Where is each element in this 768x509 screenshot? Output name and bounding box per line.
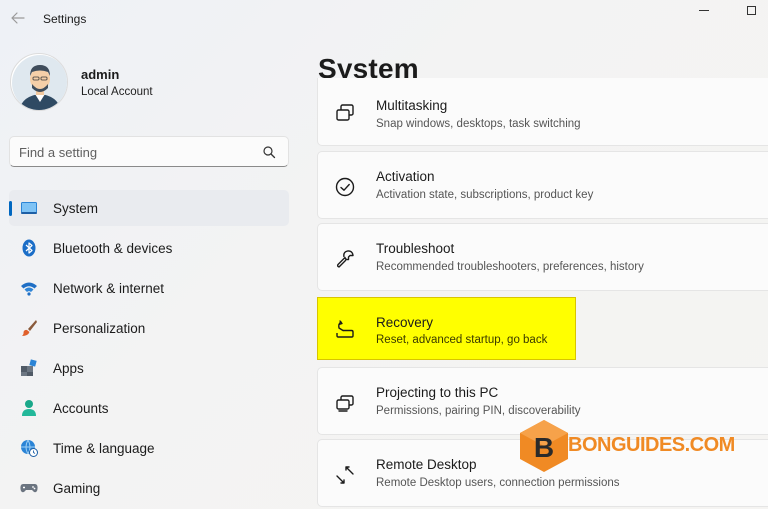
sidebar-item-personalization[interactable]: Personalization: [9, 310, 289, 346]
card-title: Remote Desktop: [376, 457, 477, 472]
wifi-icon: [21, 282, 37, 296]
maximize-button[interactable]: [729, 0, 768, 20]
bonguides-logo-icon: B: [520, 420, 568, 472]
wrench-icon: [336, 250, 354, 268]
sidebar-item-network[interactable]: Network & internet: [9, 270, 289, 306]
minimize-button[interactable]: [682, 0, 726, 20]
sidebar-item-label: Personalization: [53, 321, 146, 336]
apps-icon: [21, 359, 37, 376]
activation-card[interactable]: Activation Activation state, subscriptio…: [317, 151, 768, 219]
card-subtitle: Remote Desktop users, connection permiss…: [376, 477, 620, 489]
remote-desktop-icon: [336, 466, 354, 484]
selection-indicator: [9, 201, 12, 216]
sidebar-item-label: Network & internet: [53, 281, 165, 296]
title-bar: Settings: [0, 0, 768, 36]
globe-clock-icon: [21, 439, 38, 457]
sidebar-item-system[interactable]: System: [9, 190, 289, 226]
card-subtitle: Activation state, subscriptions, product…: [376, 189, 594, 201]
card-title: Recovery: [376, 315, 434, 330]
multitasking-card[interactable]: Multitasking Snap windows, desktops, tas…: [317, 78, 768, 146]
app-title: Settings: [43, 12, 87, 26]
card-title: Activation: [376, 169, 435, 184]
sidebar-item-label: Accounts: [53, 401, 109, 416]
recovery-icon: [336, 320, 354, 338]
sidebar-item-label: System: [53, 201, 99, 216]
card-title: Projecting to this PC: [376, 385, 499, 400]
sidebar-item-label: Bluetooth & devices: [53, 241, 173, 256]
card-title: Troubleshoot: [376, 241, 455, 256]
card-subtitle: Recommended troubleshooters, preferences…: [376, 261, 644, 273]
account-type: Local Account: [81, 86, 153, 98]
system-display-icon: [21, 202, 37, 214]
multitasking-icon: [336, 104, 354, 121]
projecting-icon: [336, 395, 354, 412]
maximize-icon: [746, 5, 756, 15]
bluetooth-icon: [22, 239, 36, 257]
minimize-icon: [699, 9, 709, 11]
settings-window: Settings admin Local Account Find a sett…: [0, 0, 768, 509]
sidebar-item-label: Time & language: [53, 441, 155, 456]
search-input[interactable]: [19, 143, 249, 161]
avatar[interactable]: [10, 53, 68, 111]
troubleshoot-card[interactable]: Troubleshoot Recommended troubleshooters…: [317, 223, 768, 291]
card-subtitle: Snap windows, desktops, task switching: [376, 118, 581, 130]
search-box[interactable]: [9, 136, 289, 167]
sidebar-item-label: Apps: [53, 361, 84, 376]
recovery-card[interactable]: Recovery Reset, advanced startup, go bac…: [317, 297, 576, 360]
person-icon: [22, 400, 36, 416]
card-subtitle: Reset, advanced startup, go back: [376, 334, 548, 346]
back-arrow-icon: [11, 12, 25, 24]
watermark-text: BONGUIDES.COM: [568, 434, 735, 456]
paintbrush-icon: [22, 320, 37, 336]
sidebar-item-accounts[interactable]: Accounts: [9, 390, 289, 426]
gamepad-icon: [20, 484, 38, 493]
user-name: admin: [81, 67, 120, 82]
card-title: Multitasking: [376, 98, 448, 113]
sidebar-item-bluetooth[interactable]: Bluetooth & devices: [9, 230, 289, 266]
check-circle-icon: [335, 177, 355, 197]
card-subtitle: Permissions, pairing PIN, discoverabilit…: [376, 405, 581, 417]
sidebar-item-apps[interactable]: Apps: [9, 350, 289, 386]
user-avatar-icon: [12, 55, 67, 110]
sidebar-item-gaming[interactable]: Gaming: [9, 470, 289, 506]
search-icon[interactable]: [262, 145, 276, 159]
sidebar-item-time-language[interactable]: Time & language: [9, 430, 289, 466]
watermark-letter: B: [534, 432, 554, 463]
sidebar-item-label: Gaming: [53, 481, 101, 496]
watermark: B BONGUIDES.COM: [518, 418, 735, 474]
back-button[interactable]: [8, 8, 28, 28]
